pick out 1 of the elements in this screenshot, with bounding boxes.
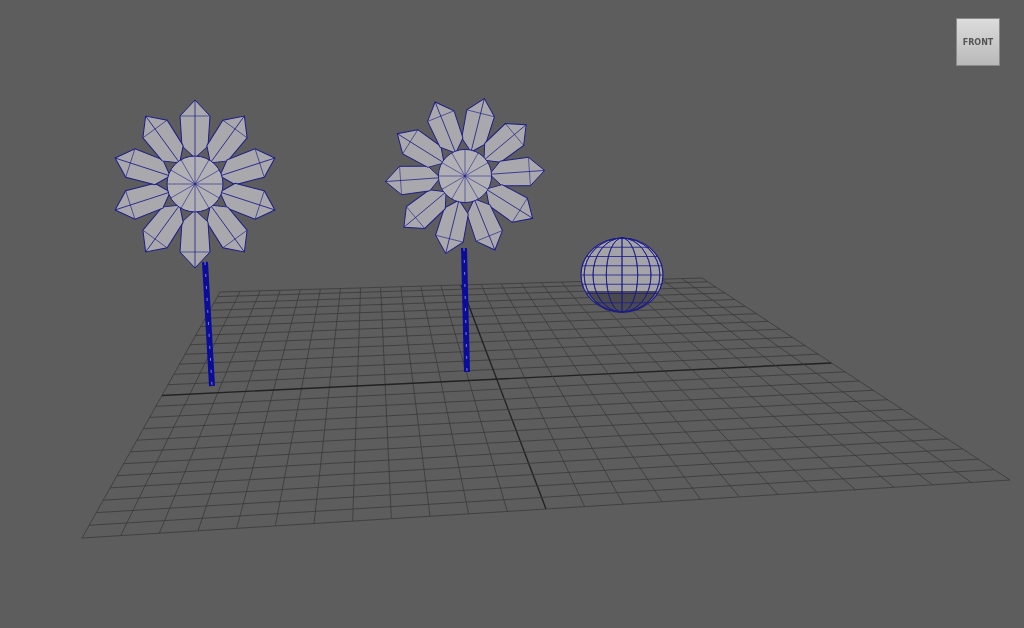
- view-cube[interactable]: FRONT: [956, 18, 1000, 66]
